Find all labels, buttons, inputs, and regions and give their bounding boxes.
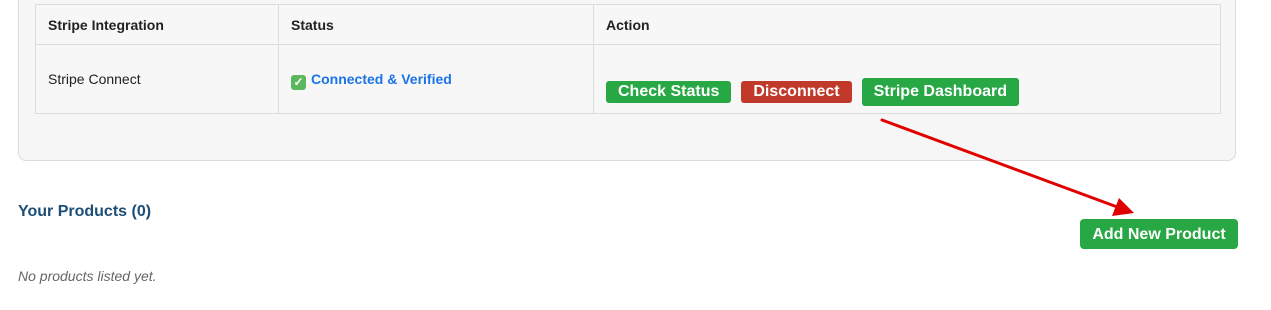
- products-title: Your Products (0): [18, 203, 152, 220]
- check-status-button[interactable]: Check Status: [606, 81, 732, 103]
- header-action: Action: [593, 4, 1221, 45]
- add-new-product-button[interactable]: Add New Product: [1080, 219, 1238, 249]
- empty-products-note: No products listed yet.: [18, 268, 157, 284]
- status-text: Connected & Verified: [311, 71, 452, 87]
- status-cell: ✓ Connected & Verified: [278, 44, 594, 114]
- header-status: Status: [278, 4, 594, 45]
- stripe-integration-table: Stripe Integration Status Action Stripe …: [35, 4, 1221, 114]
- table-header-row: Stripe Integration Status Action: [35, 4, 1221, 45]
- stripe-dashboard-button[interactable]: Stripe Dashboard: [861, 78, 1019, 106]
- header-stripe-integration: Stripe Integration: [35, 4, 279, 45]
- table-row: Stripe Connect ✓ Connected & Verified Che…: [35, 44, 1221, 114]
- integration-name: Stripe Connect: [35, 44, 279, 114]
- check-mark-icon: ✓: [291, 75, 306, 90]
- action-cell: Check Status Disconnect Stripe Dashboard: [593, 44, 1221, 114]
- disconnect-button[interactable]: Disconnect: [741, 81, 852, 103]
- page: Stripe Integration Status Action Stripe …: [0, 0, 1271, 310]
